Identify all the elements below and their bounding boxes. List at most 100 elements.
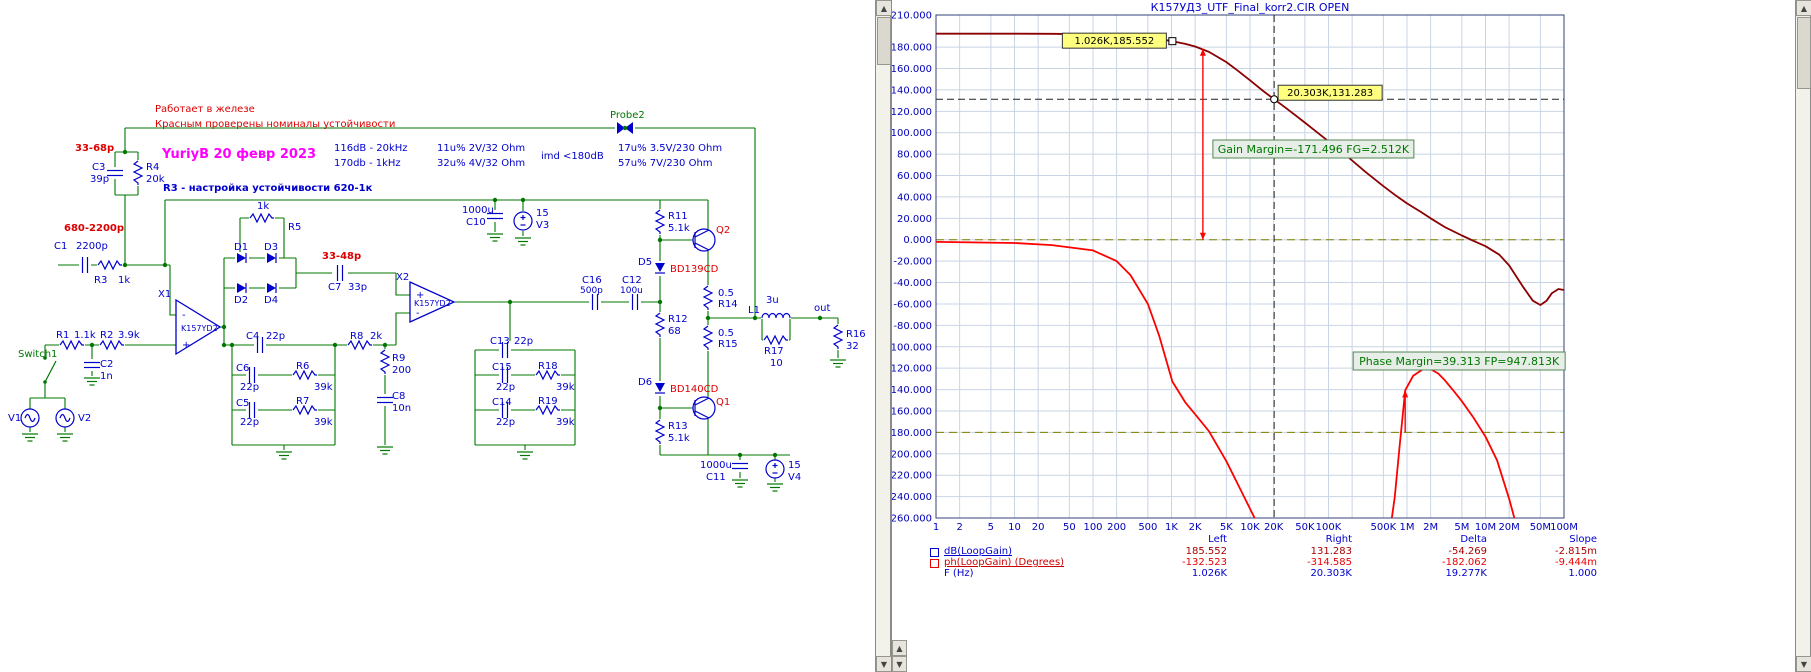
wire-net-input-supply[interactable] <box>29 200 524 432</box>
schematic-label[interactable]: C6 <box>236 363 249 374</box>
schematic-label[interactable]: 68 <box>668 326 681 337</box>
schematic-label[interactable]: R4 <box>146 162 159 173</box>
schematic-label[interactable]: R2 <box>100 330 113 341</box>
schematic-label[interactable]: R18 <box>538 361 558 372</box>
schematic-label[interactable]: K157YD2 <box>414 299 451 308</box>
q1-symbol[interactable] <box>692 396 716 420</box>
schematic-label[interactable]: 39k <box>556 382 575 393</box>
schematic-label[interactable]: 100u <box>620 286 643 296</box>
schematic-label[interactable]: BD139CD <box>670 264 719 275</box>
schematic-label[interactable]: C4 <box>246 331 259 342</box>
schematic-label[interactable]: Probe2 <box>610 110 645 121</box>
c11-symbol[interactable] <box>731 460 749 472</box>
schematic-label[interactable]: 22p <box>266 331 285 342</box>
schematic-label[interactable]: 1000u <box>700 460 732 471</box>
scroll-up-icon[interactable]: ▲ <box>1796 0 1811 16</box>
r16-symbol[interactable] <box>832 324 844 350</box>
schematic-label[interactable]: 2200p <box>76 241 108 252</box>
schematic-label[interactable]: C15 <box>492 362 512 373</box>
r15-symbol[interactable] <box>702 325 714 351</box>
schematic-label[interactable]: Красным проверены номиналы устойчивости <box>155 119 395 130</box>
r11-symbol[interactable] <box>654 209 666 235</box>
schematic-label[interactable]: 10 <box>770 358 783 369</box>
r2-symbol[interactable] <box>99 339 125 351</box>
r14-symbol[interactable] <box>702 285 714 311</box>
dot-symbol[interactable] <box>657 405 663 411</box>
schematic-label[interactable]: R15 <box>718 339 738 350</box>
schematic-label[interactable]: 0.5 <box>718 328 734 339</box>
plot-vscrollbar[interactable]: ▲ ▼ <box>1795 0 1811 672</box>
dot-symbol[interactable] <box>817 315 823 321</box>
schematic-label[interactable]: R11 <box>668 211 688 222</box>
r3-symbol[interactable] <box>97 259 123 271</box>
schematic-label[interactable]: V4 <box>788 472 801 483</box>
schematic-label[interactable]: C8 <box>392 391 405 402</box>
dot-symbol[interactable] <box>622 125 628 131</box>
schematic-label[interactable]: 3u <box>766 295 779 306</box>
d6-symbol[interactable] <box>653 381 667 396</box>
dot-symbol[interactable] <box>89 342 95 348</box>
gnd-symbol[interactable] <box>22 433 38 442</box>
schematic-label[interactable]: 39k <box>556 417 575 428</box>
schematic-label[interactable]: 1000u <box>462 205 494 216</box>
scroll-down-icon[interactable]: ▼ <box>1796 656 1811 672</box>
phase-series-label[interactable]: ph(LoopGain) (Degrees) <box>944 557 1064 568</box>
d4-symbol[interactable] <box>265 282 279 294</box>
schematic-label[interactable]: 17u% 3.5V/230 Ohm <box>618 143 722 154</box>
schematic-label[interactable]: Switch1 <box>18 349 57 360</box>
schematic-label[interactable]: C12 <box>622 275 642 286</box>
c2-symbol[interactable] <box>83 359 101 371</box>
gnd-symbol[interactable] <box>732 479 748 488</box>
schematic-label[interactable]: 57u% 7V/230 Ohm <box>618 158 713 169</box>
v3-symbol[interactable] <box>513 211 533 231</box>
schematic-label[interactable]: R5 <box>288 222 301 233</box>
wire-net-gain-stages[interactable] <box>220 217 660 445</box>
d1-symbol[interactable] <box>235 252 249 264</box>
schematic-vscrollbar[interactable]: ▲ ▼ <box>875 0 892 672</box>
dot-symbol[interactable] <box>122 262 128 268</box>
schematic-label[interactable]: X2 <box>396 272 409 283</box>
schematic-label[interactable]: V3 <box>536 220 549 231</box>
q2-symbol[interactable] <box>692 228 716 252</box>
schematic-label[interactable]: 2k <box>370 331 382 342</box>
schematic-label[interactable]: C11 <box>706 472 726 483</box>
schematic-label[interactable]: R16 <box>846 329 866 340</box>
schematic-label[interactable]: V2 <box>78 413 91 424</box>
schematic-label[interactable]: 5.1k <box>668 223 690 234</box>
schematic-label[interactable]: 680-2200p <box>64 223 124 234</box>
schematic-label[interactable]: R19 <box>538 396 558 407</box>
schematic-label[interactable]: D1 <box>234 242 248 253</box>
dot-symbol[interactable] <box>332 342 338 348</box>
l1-symbol[interactable] <box>761 312 791 319</box>
gnd-symbol[interactable] <box>830 359 846 368</box>
dot-symbol[interactable] <box>507 299 513 305</box>
dot-symbol[interactable] <box>162 262 168 268</box>
schematic-label[interactable]: 39p <box>90 174 109 185</box>
schematic-label[interactable]: C1 <box>54 241 67 252</box>
schematic-label[interactable]: 1k <box>257 201 269 212</box>
schematic-label[interactable]: 33-68p <box>75 143 114 154</box>
r9-symbol[interactable] <box>379 349 391 375</box>
scroll-down-icon[interactable]: ▼ <box>876 656 892 672</box>
dot-symbol[interactable] <box>752 315 758 321</box>
schematic-label[interactable]: 39k <box>314 382 333 393</box>
gnd-symbol[interactable] <box>517 451 533 460</box>
cursor-marker[interactable] <box>1270 95 1279 104</box>
schematic-label[interactable]: 39k <box>314 417 333 428</box>
schematic-label[interactable]: YuriyB 20 февр 2023 <box>161 147 316 162</box>
schematic-label[interactable]: K157YD2 <box>181 324 218 333</box>
schematic-label[interactable]: R14 <box>718 299 738 310</box>
schematic-label[interactable]: 170db - 1kHz <box>334 158 401 169</box>
c1-symbol[interactable] <box>79 256 91 274</box>
schematic-label[interactable]: 22p <box>514 336 533 347</box>
schematic-label[interactable]: Q1 <box>716 397 730 408</box>
r4-symbol[interactable] <box>132 160 144 186</box>
schematic-label[interactable]: 1.1k <box>74 330 96 341</box>
dot-symbol[interactable] <box>657 237 663 243</box>
d3-symbol[interactable] <box>265 252 279 264</box>
schematic-label[interactable]: R13 <box>668 421 688 432</box>
r5-symbol[interactable] <box>249 212 275 224</box>
schematic-label[interactable]: 33p <box>348 282 367 293</box>
plot-scroll-down-icon[interactable]: ▼ <box>892 656 907 672</box>
schematic-label[interactable]: C7 <box>328 282 341 293</box>
